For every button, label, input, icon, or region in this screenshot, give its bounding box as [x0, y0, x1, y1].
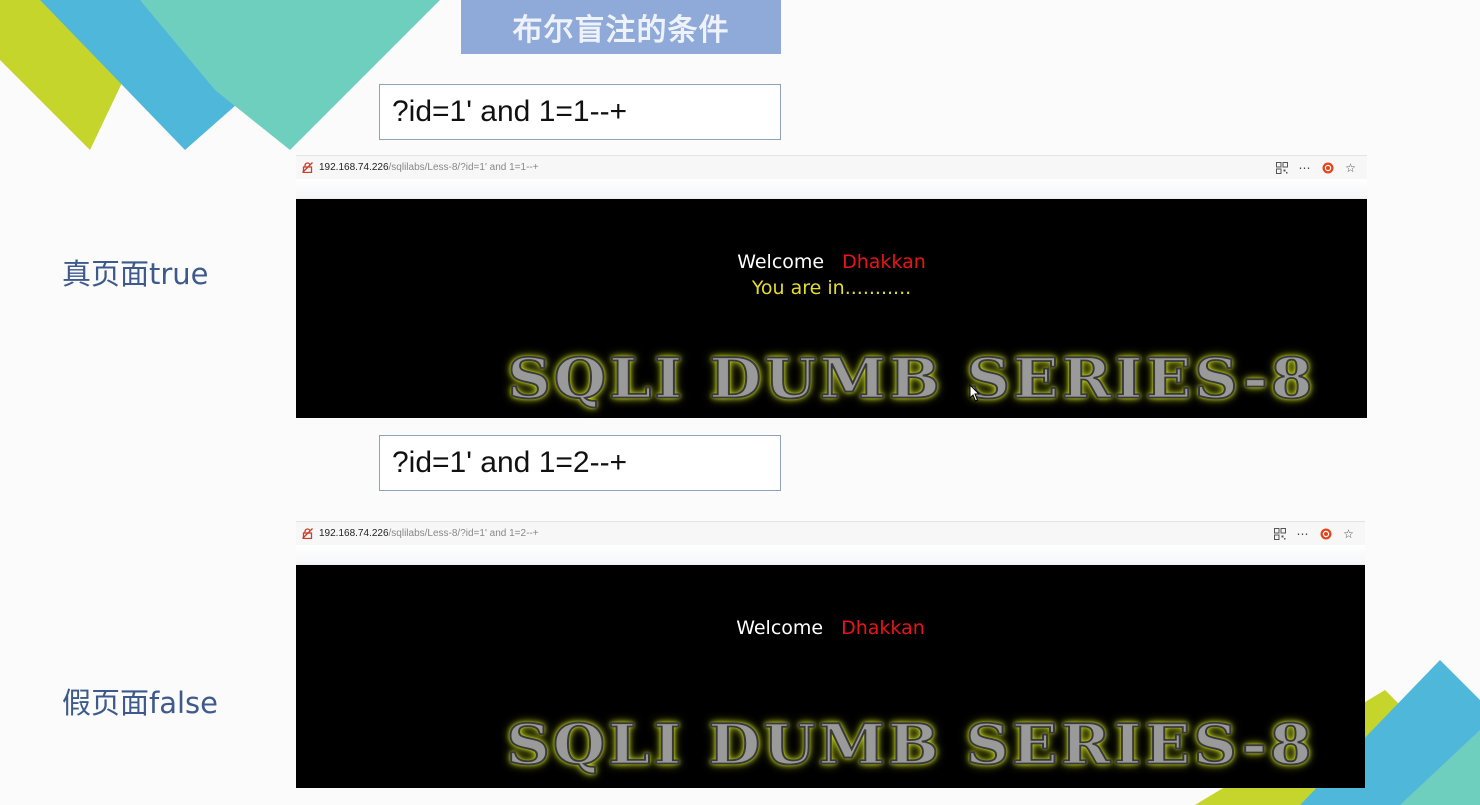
bottom-right-teal-shape [1400, 730, 1480, 805]
sqli-banner: SQLI DUMB SERIES-8 [506, 346, 1316, 412]
qr-code-icon[interactable] [1273, 527, 1286, 540]
insecure-lock-icon [302, 528, 313, 540]
welcome-text: Welcome [737, 251, 825, 273]
slide-title: 布尔盲注的条件 [461, 0, 781, 54]
page-top-strip [296, 545, 1365, 565]
more-icon[interactable]: ⋯ [1298, 161, 1311, 175]
top-left-green-shape [0, 0, 140, 150]
top-left-blue-shape [40, 0, 270, 150]
welcome-text: Welcome [736, 617, 824, 639]
sqli-page-true: Welcome Dhakkan You are in........... SQL… [296, 199, 1367, 418]
false-query-box: ?id=1' and 1=2--+ [379, 435, 781, 491]
welcome-name: Dhakkan [842, 251, 926, 273]
true-query-box: ?id=1' and 1=1--+ [379, 84, 781, 140]
qr-code-icon[interactable] [1275, 161, 1288, 174]
address-path: /sqlilabs/Less-8/?id=1' and 1=1--+ [388, 162, 539, 173]
browser-toolbar: ⋯ ☆ [1275, 161, 1367, 175]
ubuntu-icon[interactable] [1321, 161, 1334, 174]
sqli-banner: SQLI DUMB SERIES-8 [505, 712, 1315, 778]
insecure-lock-icon [302, 162, 313, 174]
ubuntu-icon[interactable] [1319, 527, 1332, 540]
browser-toolbar: ⋯ ☆ [1273, 527, 1365, 541]
welcome-line: Welcome Dhakkan [296, 251, 1367, 273]
address-host: 192.168.74.226 [319, 528, 389, 539]
address-bar[interactable]: 192.168.74.226/sqlilabs/Less-8/?id=1' an… [296, 155, 1367, 179]
false-page-label: 假页面false [62, 686, 218, 720]
welcome-name: Dhakkan [841, 617, 925, 639]
more-icon[interactable]: ⋯ [1296, 527, 1309, 541]
true-page-label: 真页面true [62, 257, 209, 291]
welcome-line: Welcome Dhakkan [296, 617, 1365, 639]
star-icon[interactable]: ☆ [1342, 527, 1355, 541]
you-are-in-message: You are in........... [751, 277, 912, 299]
mouse-cursor-icon [969, 384, 981, 402]
address-path: /sqlilabs/Less-8/?id=1' and 1=2--+ [388, 528, 539, 539]
page-top-strip [296, 179, 1367, 199]
address-host: 192.168.74.226 [319, 162, 389, 173]
address-bar[interactable]: 192.168.74.226/sqlilabs/Less-8/?id=1' an… [296, 521, 1365, 545]
star-icon[interactable]: ☆ [1344, 161, 1357, 175]
false-page-screenshot: 192.168.74.226/sqlilabs/Less-8/?id=1' an… [296, 521, 1365, 788]
true-page-screenshot: 192.168.74.226/sqlilabs/Less-8/?id=1' an… [296, 155, 1367, 418]
sqli-page-false: Welcome Dhakkan SQLI DUMB SERIES-8 [296, 565, 1365, 788]
